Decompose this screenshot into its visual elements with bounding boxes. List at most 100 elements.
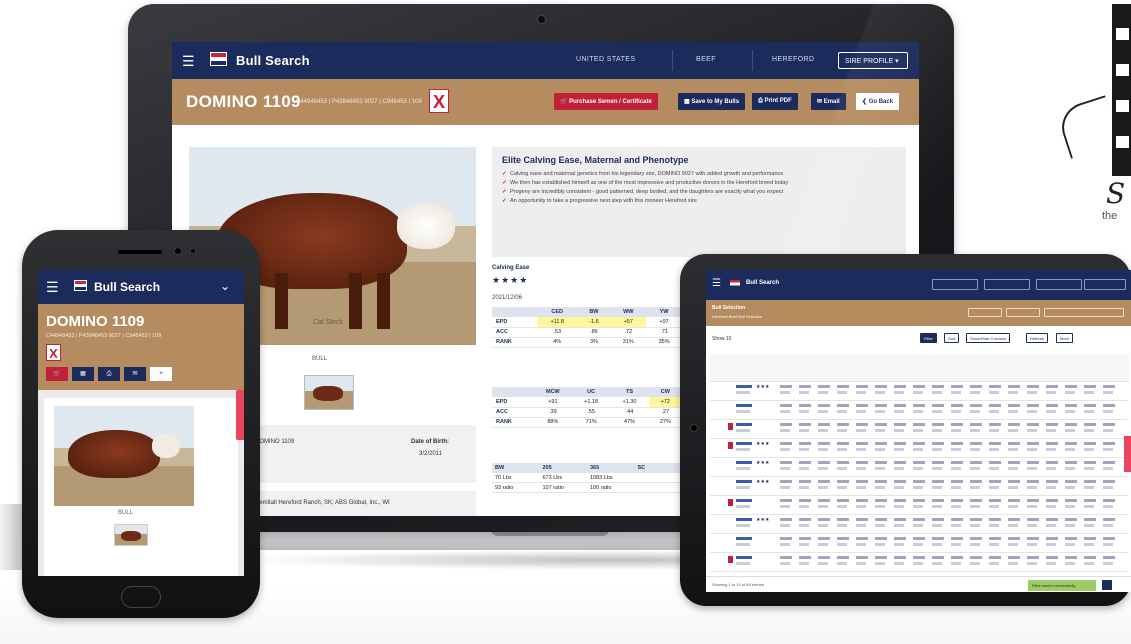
table-row[interactable]: ★★★ — [710, 477, 1129, 496]
table-cell: +1.30 — [610, 397, 649, 408]
profile-dropdown[interactable]: SIRE PROFILE ▾ — [838, 52, 908, 69]
table-row[interactable]: ★★★ — [710, 458, 1129, 477]
description-headline: Elite Calving Ease, Maternal and Phenoty… — [502, 155, 689, 165]
brand-logo: S the — [1055, 4, 1131, 222]
photo-card: BULL — [44, 398, 238, 576]
bullet: We then has established himself as one o… — [502, 179, 896, 188]
print-pdf-button[interactable]: ⎙ Print PDF — [752, 93, 798, 110]
breed-logo-x-icon: X — [46, 344, 61, 361]
country-select[interactable] — [932, 279, 978, 290]
print-icon[interactable]: ⎙ — [98, 367, 120, 381]
refresh-button[interactable]: Refresh — [1026, 333, 1049, 343]
table-header: CED — [536, 307, 578, 317]
photo-thumbnail[interactable] — [114, 524, 148, 546]
sort-button[interactable]: Sort — [944, 333, 960, 343]
show-entries[interactable]: Show 10 — [712, 336, 731, 342]
table-cell: .53 — [536, 327, 578, 338]
email-button[interactable]: ✉ Email — [811, 93, 846, 110]
table-cell: 71% — [571, 417, 611, 428]
sort-select[interactable] — [1006, 308, 1040, 317]
table-cell: 88% — [533, 417, 572, 428]
table-cell: 27% — [648, 417, 682, 428]
logo-text: the — [1102, 210, 1118, 222]
nav-species[interactable]: BEEF — [696, 56, 716, 63]
bullet: An opportunity to take a progressive nex… — [502, 197, 896, 206]
bull-photo[interactable] — [54, 406, 194, 506]
email-icon[interactable]: ✉ — [124, 367, 146, 381]
table-header: CW — [648, 387, 682, 397]
laptop-camera — [537, 15, 546, 24]
filter-select[interactable] — [968, 308, 1002, 317]
table-row: 70 Lbs 673 Lbs 1083 Lbs — [492, 473, 682, 483]
registration-line: C44948453 | P43848453 9027 | C948453 | 1… — [46, 333, 162, 339]
entries-info: Showing 1 to 10 of 84 entries — [712, 582, 764, 587]
feedback-tab[interactable] — [1124, 436, 1131, 472]
table-cell: .86 — [577, 327, 611, 338]
table-row[interactable] — [710, 401, 1129, 420]
animal-header: DOMINO 1109 C44948453 | P43848453 9027 |… — [172, 79, 919, 125]
table-cell: -1.6 — [577, 317, 611, 328]
table-cell: 365 — [590, 465, 600, 471]
app-title: Bull Search — [236, 53, 310, 68]
pagination-button[interactable] — [1102, 580, 1112, 590]
phone-screen: ☰ Bull Search ⌄ DOMINO 1109 C44948453 | … — [38, 270, 244, 576]
breed-logo-x-icon — [728, 499, 733, 506]
home-button[interactable] — [121, 586, 161, 608]
breed-logo-x-icon — [728, 442, 733, 449]
table-cell: ACC — [492, 407, 534, 418]
hamburger-menu-icon[interactable]: ☰ — [712, 278, 721, 289]
cart-icon[interactable]: 🛒 — [46, 367, 68, 381]
breed-select[interactable] — [1036, 279, 1082, 290]
photo-caption: BULL — [118, 510, 134, 516]
table-row[interactable] — [710, 553, 1129, 572]
go-back-button[interactable]: ❮ Go Back — [856, 93, 900, 110]
save-to-my-bulls-button[interactable]: ▦ Save to My Bulls — [678, 93, 746, 110]
filter-button[interactable]: Filter — [920, 333, 937, 343]
epd-table-growth: CED BW WW YW EPD +11.8 -1.6 +57 +97 ACC .53.86.72.… — [492, 307, 682, 348]
table-row[interactable] — [710, 534, 1129, 553]
chevron-down-icon[interactable]: ⌄ — [220, 279, 230, 293]
epd-table-maternal: MCW UC TS CW EPD +91 +1.18 +1.30 +72 ACC .39.55.44… — [492, 387, 682, 428]
save-icon[interactable]: ▦ — [72, 367, 94, 381]
flag-icon — [210, 52, 227, 66]
table-header: YW — [646, 307, 682, 317]
add-icon[interactable]: + — [150, 367, 172, 381]
more-button[interactable]: More — [1056, 333, 1074, 343]
rating-stars: ★★★ — [756, 384, 770, 390]
search-input[interactable] — [1044, 308, 1124, 317]
table-row[interactable]: ★★★ — [710, 382, 1129, 401]
table-row[interactable] — [710, 496, 1129, 515]
bullet: Calving ease and maternal genetics from … — [502, 170, 896, 179]
table-row: RANK 4% 3% 31% 35% — [492, 337, 682, 348]
nav-country[interactable]: UNITED STATES — [576, 56, 635, 63]
table-row: ACC .39.55.44.27 — [492, 407, 682, 418]
table-cell: SC — [637, 465, 646, 471]
species-select[interactable] — [984, 279, 1030, 290]
table-row: 93 ratio 107 ratio 100 ratio — [492, 483, 682, 493]
table-row[interactable]: ★★★ — [710, 439, 1129, 458]
tablet-camera — [690, 424, 698, 432]
hamburger-menu-icon[interactable]: ☰ — [46, 279, 59, 296]
device-showcase: S the ☰ Bull Search UNITED STATES BEEF H… — [0, 0, 1131, 644]
breed-logo-x-icon — [728, 423, 733, 430]
table-cell: .72 — [610, 327, 647, 338]
profile-select[interactable] — [1084, 279, 1126, 290]
table-cell: 93 ratio — [495, 485, 514, 491]
animal-name: DOMINO 1109 — [186, 92, 301, 111]
columns-button[interactable]: Show/Hide Columns — [966, 333, 1011, 343]
feedback-tab[interactable] — [236, 390, 244, 440]
info-name: DOMINO 1109 — [255, 439, 295, 445]
table-row[interactable]: ★★★ — [710, 515, 1129, 534]
header-subtitle: Hereford Beef Bull Selection — [712, 314, 763, 319]
purchase-button[interactable]: 🛒 Purchase Semen / Certificate — [554, 93, 658, 110]
table-row: BW 205 365 SC — [492, 463, 682, 473]
photo-thumbnail[interactable] — [304, 375, 354, 410]
table-cell: 4% — [536, 337, 578, 348]
table-cell — [635, 483, 683, 492]
table-header — [492, 307, 537, 317]
rating-stars: ★★★ — [756, 517, 770, 523]
table-cell: 70 Lbs — [495, 475, 512, 481]
table-row[interactable] — [710, 420, 1129, 439]
hamburger-menu-icon[interactable]: ☰ — [182, 53, 195, 70]
nav-breed[interactable]: HEREFORD — [772, 56, 814, 63]
